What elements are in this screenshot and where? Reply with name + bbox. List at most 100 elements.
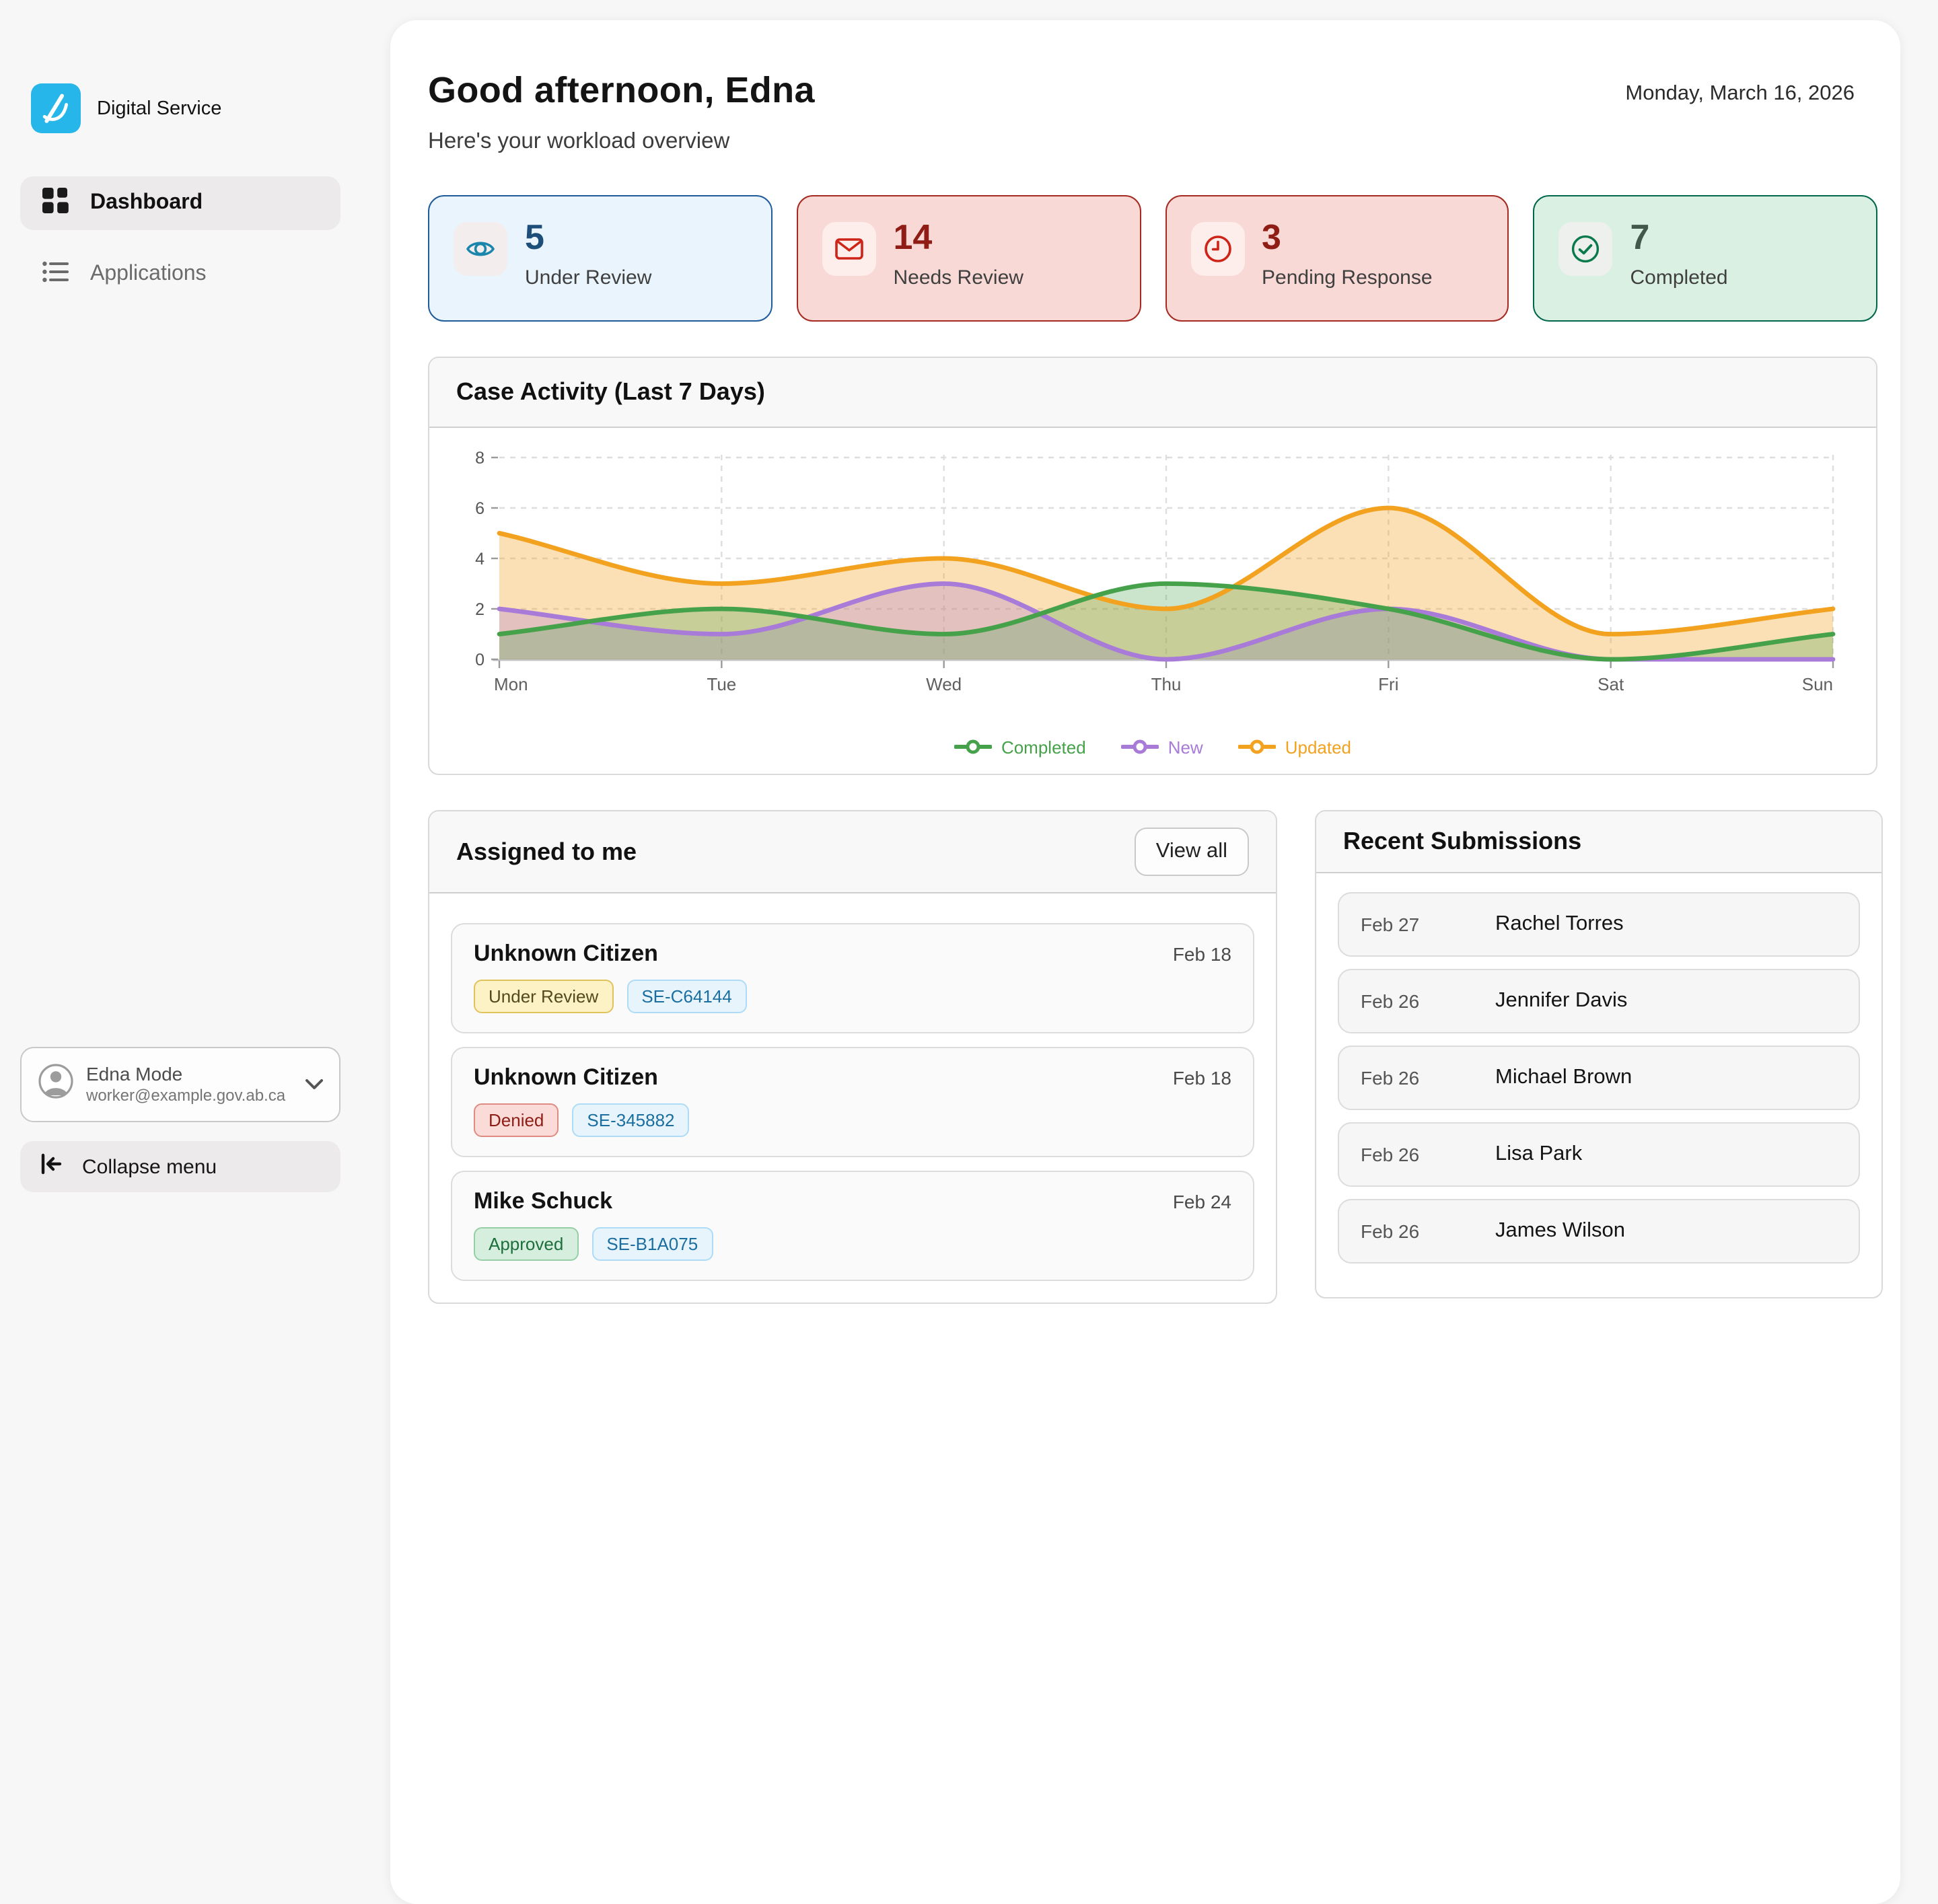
avatar-icon xyxy=(38,1063,74,1106)
submission-name: Michael Brown xyxy=(1495,1066,1632,1090)
submission-name: Rachel Torres xyxy=(1495,912,1624,937)
collapse-menu-button[interactable]: Collapse menu xyxy=(20,1141,340,1192)
case-date: Feb 18 xyxy=(1173,943,1231,965)
recent-title: Recent Submissions xyxy=(1343,828,1581,856)
case-top: Unknown Citizen Feb 18 xyxy=(474,1064,1231,1091)
eye-icon xyxy=(454,222,507,276)
chevron-down-icon xyxy=(306,1072,323,1097)
legend-item-updated[interactable]: Updated xyxy=(1238,737,1351,757)
stat-text: 5 Under Review xyxy=(519,218,651,299)
page-subtitle: Here's your workload overview xyxy=(428,129,1877,155)
stat-card-pending-response[interactable]: 3 Pending Response xyxy=(1165,195,1509,322)
assigned-header: Assigned to me View all xyxy=(429,811,1276,893)
case-activity-header: Case Activity (Last 7 Days) xyxy=(429,358,1876,428)
stat-label: Needs Review xyxy=(894,266,1024,289)
submission-date: Feb 27 xyxy=(1361,914,1428,935)
case-card[interactable]: Unknown Citizen Feb 18 Denied SE-345882 xyxy=(451,1047,1254,1157)
x-tick-label: Wed xyxy=(926,674,962,694)
sidebar-item-label: Applications xyxy=(90,262,207,287)
legend-marker-icon xyxy=(1238,739,1276,755)
legend-marker-icon xyxy=(1121,739,1159,755)
submission-row[interactable]: Feb 26 Michael Brown xyxy=(1338,1046,1860,1110)
case-activity-chart: 02468MonTueWedThuFriSatSun CompletedNewU… xyxy=(429,428,1876,774)
legend-label: Updated xyxy=(1285,737,1351,757)
case-card[interactable]: Unknown Citizen Feb 18 Under Review SE-C… xyxy=(451,923,1254,1033)
status-badge: Under Review xyxy=(474,980,613,1013)
main-content: Monday, March 16, 2026 Good afternoon, E… xyxy=(390,20,1900,1904)
case-activity-title: Case Activity (Last 7 Days) xyxy=(456,378,765,406)
legend-label: Completed xyxy=(1001,737,1086,757)
bottom-row: Assigned to me View all Unknown Citizen … xyxy=(428,810,1877,1304)
x-tick-label: Sun xyxy=(1802,674,1833,694)
submission-date: Feb 26 xyxy=(1361,990,1428,1012)
sidebar-item-dashboard[interactable]: Dashboard xyxy=(20,176,340,230)
y-tick-label: 2 xyxy=(475,600,485,619)
submission-name: Lisa Park xyxy=(1495,1142,1582,1167)
y-tick-label: 0 xyxy=(475,651,485,669)
stat-card-under-review[interactable]: 5 Under Review xyxy=(428,195,773,322)
badge-row: Approved SE-B1A075 xyxy=(474,1227,1231,1261)
submission-date: Feb 26 xyxy=(1361,1144,1428,1165)
recent-list: Feb 27 Rachel Torres Feb 26 Jennifer Dav… xyxy=(1316,873,1881,1297)
stat-text: 14 Needs Review xyxy=(888,218,1024,299)
x-tick-label: Mon xyxy=(494,674,528,694)
assigned-title: Assigned to me xyxy=(456,838,637,866)
chart-legend: Completed New Updated xyxy=(451,731,1855,763)
submission-row[interactable]: Feb 26 Lisa Park xyxy=(1338,1122,1860,1187)
submission-name: Jennifer Davis xyxy=(1495,989,1627,1013)
user-name: Edna Mode xyxy=(86,1063,293,1086)
status-badge: Approved xyxy=(474,1227,578,1261)
x-tick-label: Fri xyxy=(1378,674,1398,694)
submission-row[interactable]: Feb 26 James Wilson xyxy=(1338,1199,1860,1264)
case-top: Mike Schuck Feb 24 xyxy=(474,1188,1231,1215)
legend-item-completed[interactable]: Completed xyxy=(954,737,1086,757)
submission-name: James Wilson xyxy=(1495,1219,1625,1243)
user-menu[interactable]: Edna Mode worker@example.gov.ab.ca xyxy=(20,1047,340,1122)
clock-icon xyxy=(1190,222,1244,276)
badge-row: Under Review SE-C64144 xyxy=(474,980,1231,1013)
stats-row: 5 Under Review 14 Needs Review xyxy=(428,195,1877,322)
brand-name: Digital Service xyxy=(97,98,221,119)
dashboard-grid-icon xyxy=(42,186,69,220)
stat-value: 7 xyxy=(1630,218,1728,256)
case-activity-panel: Case Activity (Last 7 Days) 02468MonTueW… xyxy=(428,357,1877,775)
case-name: Unknown Citizen xyxy=(474,1064,658,1091)
case-date: Feb 18 xyxy=(1173,1067,1231,1089)
alberta-logo-icon xyxy=(31,83,81,133)
user-texts: Edna Mode worker@example.gov.ab.ca xyxy=(86,1063,293,1106)
legend-marker-icon xyxy=(954,739,992,755)
stat-text: 3 Pending Response xyxy=(1256,218,1433,299)
sidebar-item-label: Dashboard xyxy=(90,191,203,215)
view-all-button[interactable]: View all xyxy=(1135,828,1249,876)
stat-card-needs-review[interactable]: 14 Needs Review xyxy=(797,195,1141,322)
stat-label: Under Review xyxy=(525,266,651,289)
case-id-badge: SE-B1A075 xyxy=(591,1227,713,1261)
user-email: worker@example.gov.ab.ca xyxy=(86,1086,293,1106)
assigned-list: Unknown Citizen Feb 18 Under Review SE-C… xyxy=(429,893,1276,1303)
stat-label: Pending Response xyxy=(1262,266,1433,289)
stat-value: 5 xyxy=(525,218,651,256)
x-tick-label: Thu xyxy=(1151,674,1182,694)
case-name: Mike Schuck xyxy=(474,1188,612,1215)
collapse-arrow-icon xyxy=(39,1151,63,1182)
collapse-menu-label: Collapse menu xyxy=(82,1155,217,1178)
x-tick-label: Sat xyxy=(1598,674,1624,694)
sidebar-nav: Dashboard Applications xyxy=(20,176,340,319)
submission-row[interactable]: Feb 26 Jennifer Davis xyxy=(1338,969,1860,1033)
brand: Digital Service xyxy=(31,83,221,133)
app-root: Digital Service Dashboard xyxy=(0,0,1938,1211)
legend-item-new[interactable]: New xyxy=(1121,737,1203,757)
current-date: Monday, March 16, 2026 xyxy=(1625,82,1855,106)
case-name: Unknown Citizen xyxy=(474,941,658,967)
stat-card-completed[interactable]: 7 Completed xyxy=(1534,195,1878,322)
case-id-badge: SE-345882 xyxy=(572,1103,689,1137)
stat-label: Completed xyxy=(1630,266,1728,289)
status-badge: Denied xyxy=(474,1103,559,1137)
sidebar: Digital Service Dashboard xyxy=(0,0,390,1211)
submission-row[interactable]: Feb 27 Rachel Torres xyxy=(1338,892,1860,957)
badge-row: Denied SE-345882 xyxy=(474,1103,1231,1137)
x-tick-label: Tue xyxy=(707,674,736,694)
sidebar-item-applications[interactable]: Applications xyxy=(20,248,340,301)
case-card[interactable]: Mike Schuck Feb 24 Approved SE-B1A075 xyxy=(451,1171,1254,1281)
recent-submissions-panel: Recent Submissions Feb 27 Rachel Torres … xyxy=(1315,810,1883,1298)
